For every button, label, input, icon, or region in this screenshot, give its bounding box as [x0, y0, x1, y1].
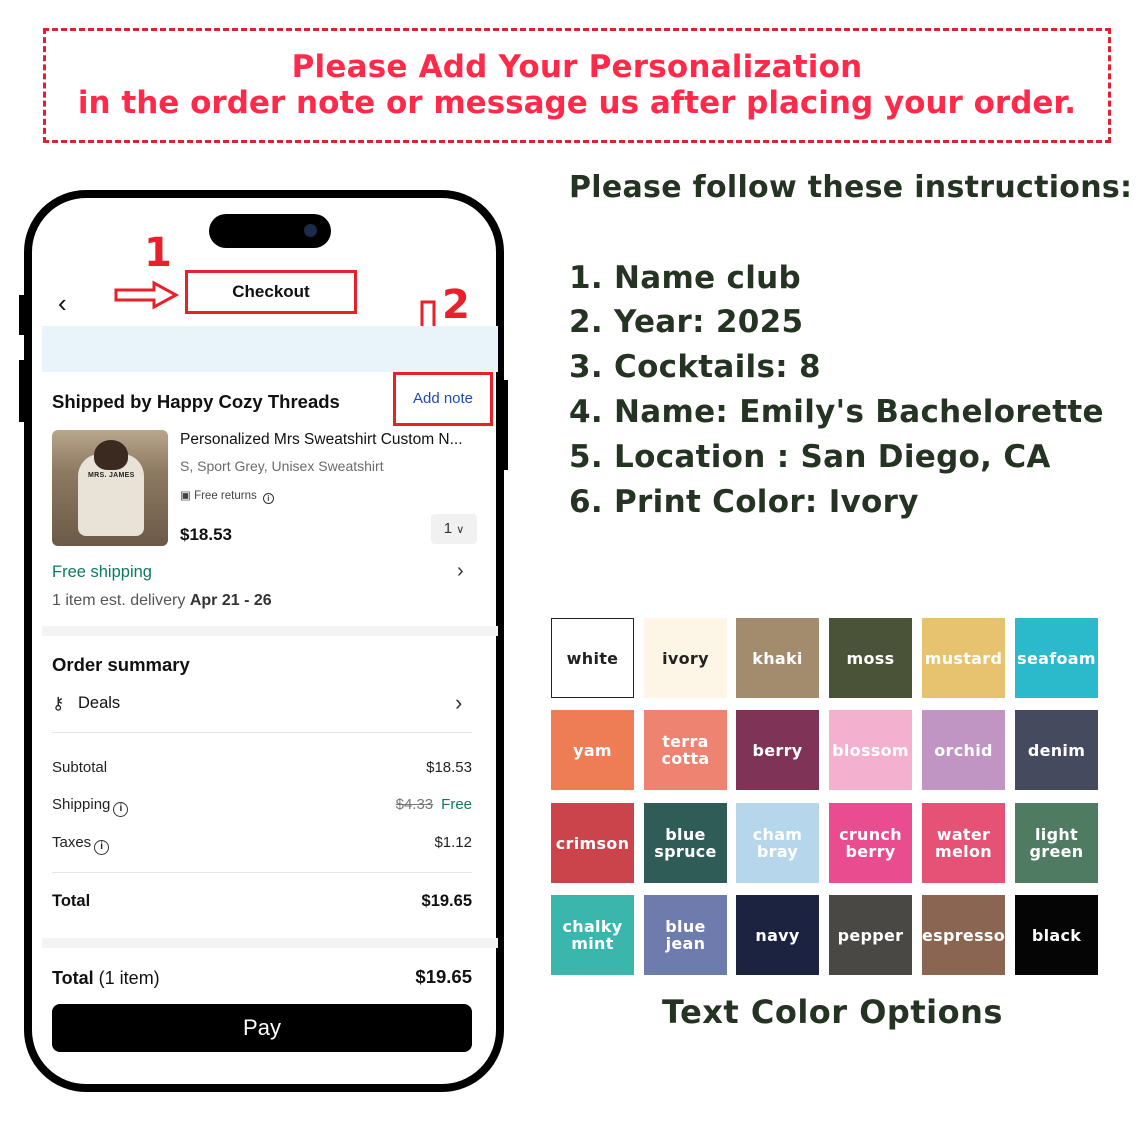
total-items-label: Total (1 item)	[52, 968, 160, 988]
personalization-banner: Please Add Your Personalization in the o…	[43, 28, 1111, 143]
text-color-options-label: Text Color Options	[662, 993, 1003, 1031]
divider	[52, 872, 472, 873]
delivery-prefix: 1 item est. delivery	[52, 592, 190, 609]
instruction-item: 1. Name club	[569, 260, 801, 296]
shipping-old-price: $4.33	[395, 796, 434, 813]
shipping-label: Shipping i	[52, 796, 129, 817]
total-value: $19.65	[421, 892, 472, 910]
swatch-terra-cotta[interactable]: terra cotta	[644, 710, 727, 790]
chevron-down-icon: ∨	[456, 524, 465, 536]
product-title[interactable]: Personalized Mrs Sweatshirt Custom N...	[180, 431, 463, 449]
add-note-button[interactable]: Add note	[393, 372, 493, 426]
taxes-label: Taxes i	[52, 834, 110, 855]
product-image[interactable]: MRS. JAMES	[52, 430, 168, 546]
shipping-free: Free	[441, 796, 472, 813]
info-band	[42, 326, 498, 372]
swatch-denim[interactable]: denim	[1015, 710, 1098, 790]
swatch-crimson[interactable]: crimson	[551, 803, 634, 883]
swatch-mustard[interactable]: mustard	[922, 618, 1005, 698]
swatch-chalky-mint[interactable]: chalky mint	[551, 895, 634, 975]
swatch-blue-jean[interactable]: blue jean	[644, 895, 727, 975]
instruction-item: 2. Year: 2025	[569, 304, 804, 340]
total-label: Total	[52, 892, 91, 910]
step-1-marker: 1	[144, 230, 172, 276]
step-2-marker: 2	[442, 282, 470, 328]
instruction-item: 5. Location : San Diego, CA	[569, 439, 1051, 475]
phone-mockup: ‹ 1 Checkout 2 Shipped by Happy Cozy Thr…	[24, 190, 504, 1092]
arrow-right-icon	[114, 280, 180, 310]
banner-line-1: Please Add Your Personalization	[291, 49, 863, 85]
shipping-value: $4.33 Free	[396, 796, 472, 813]
product-price: $18.53	[180, 525, 232, 544]
delivery-estimate: 1 item est. delivery Apr 21 - 26	[52, 592, 272, 610]
instruction-item: 6. Print Color: Ivory	[569, 484, 919, 520]
swatch-orchid[interactable]: orchid	[922, 710, 1005, 790]
subtotal-label: Subtotal	[52, 759, 108, 776]
shipped-by-label: Shipped by Happy Cozy Threads	[52, 391, 340, 412]
info-icon[interactable]: i	[262, 493, 274, 504]
instruction-item: 3. Cocktails: 8	[569, 349, 821, 385]
pay-button[interactable]: Pay	[52, 1004, 472, 1052]
swatch-black[interactable]: black	[1015, 895, 1098, 975]
free-shipping-label[interactable]: Free shipping	[52, 563, 152, 582]
swatch-white[interactable]: white	[551, 618, 634, 698]
info-icon[interactable]: i	[94, 840, 110, 855]
swatch-pepper[interactable]: pepper	[829, 895, 912, 975]
quantity-value: 1	[443, 520, 453, 537]
instruction-item: 4. Name: Emily's Bachelorette	[569, 394, 1104, 430]
swatch-moss[interactable]: moss	[829, 618, 912, 698]
checkout-screen: ‹ 1 Checkout 2 Shipped by Happy Cozy Thr…	[32, 198, 498, 1084]
quantity-selector[interactable]: 1 ∨	[431, 514, 477, 544]
swatch-seafoam[interactable]: seafoam	[1015, 618, 1098, 698]
hair-shape	[94, 440, 128, 470]
info-icon[interactable]: i	[113, 802, 129, 817]
checkout-title: Checkout	[185, 270, 357, 314]
swatch-yam[interactable]: yam	[551, 710, 634, 790]
back-chevron-icon[interactable]: ‹	[58, 290, 78, 316]
product-variant: S, Sport Grey, Unisex Sweatshirt	[180, 458, 384, 474]
section-divider	[42, 938, 498, 948]
swatch-blossom[interactable]: blossom	[829, 710, 912, 790]
returns-icon: ▣	[180, 490, 191, 502]
chevron-right-icon[interactable]: ›	[457, 560, 464, 583]
swatch-navy[interactable]: navy	[736, 895, 819, 975]
swatch-espresso[interactable]: espresso	[922, 895, 1005, 975]
swatch-ivory[interactable]: ivory	[644, 618, 727, 698]
divider	[52, 732, 472, 733]
deals-label[interactable]: Deals	[78, 694, 120, 713]
total-items-value: $19.65	[415, 966, 472, 987]
swatch-cham-bray[interactable]: cham bray	[736, 803, 819, 883]
chevron-right-icon[interactable]: ›	[455, 690, 462, 716]
delivery-dates: Apr 21 - 26	[189, 592, 272, 609]
taxes-value: $1.12	[434, 834, 472, 851]
swatch-water-melon[interactable]: water melon	[922, 803, 1005, 883]
swatch-blue-spruce[interactable]: blue spruce	[644, 803, 727, 883]
free-returns: ▣ Free returns i	[180, 488, 274, 504]
swatch-khaki[interactable]: khaki	[736, 618, 819, 698]
banner-line-2: in the order note or message us after pl…	[77, 85, 1077, 121]
instructions-title: Please follow these instructions:	[569, 170, 1133, 205]
swatch-crunch-berry[interactable]: crunch berry	[829, 803, 912, 883]
swatch-light-green[interactable]: light green	[1015, 803, 1098, 883]
order-summary-heading: Order summary	[52, 654, 190, 675]
section-divider	[42, 626, 498, 636]
swatch-berry[interactable]: berry	[736, 710, 819, 790]
product-image-text: MRS. JAMES	[88, 472, 135, 479]
free-returns-label: Free returns	[194, 490, 257, 502]
subtotal-value: $18.53	[426, 759, 472, 776]
tag-icon: ⚷	[52, 694, 65, 713]
